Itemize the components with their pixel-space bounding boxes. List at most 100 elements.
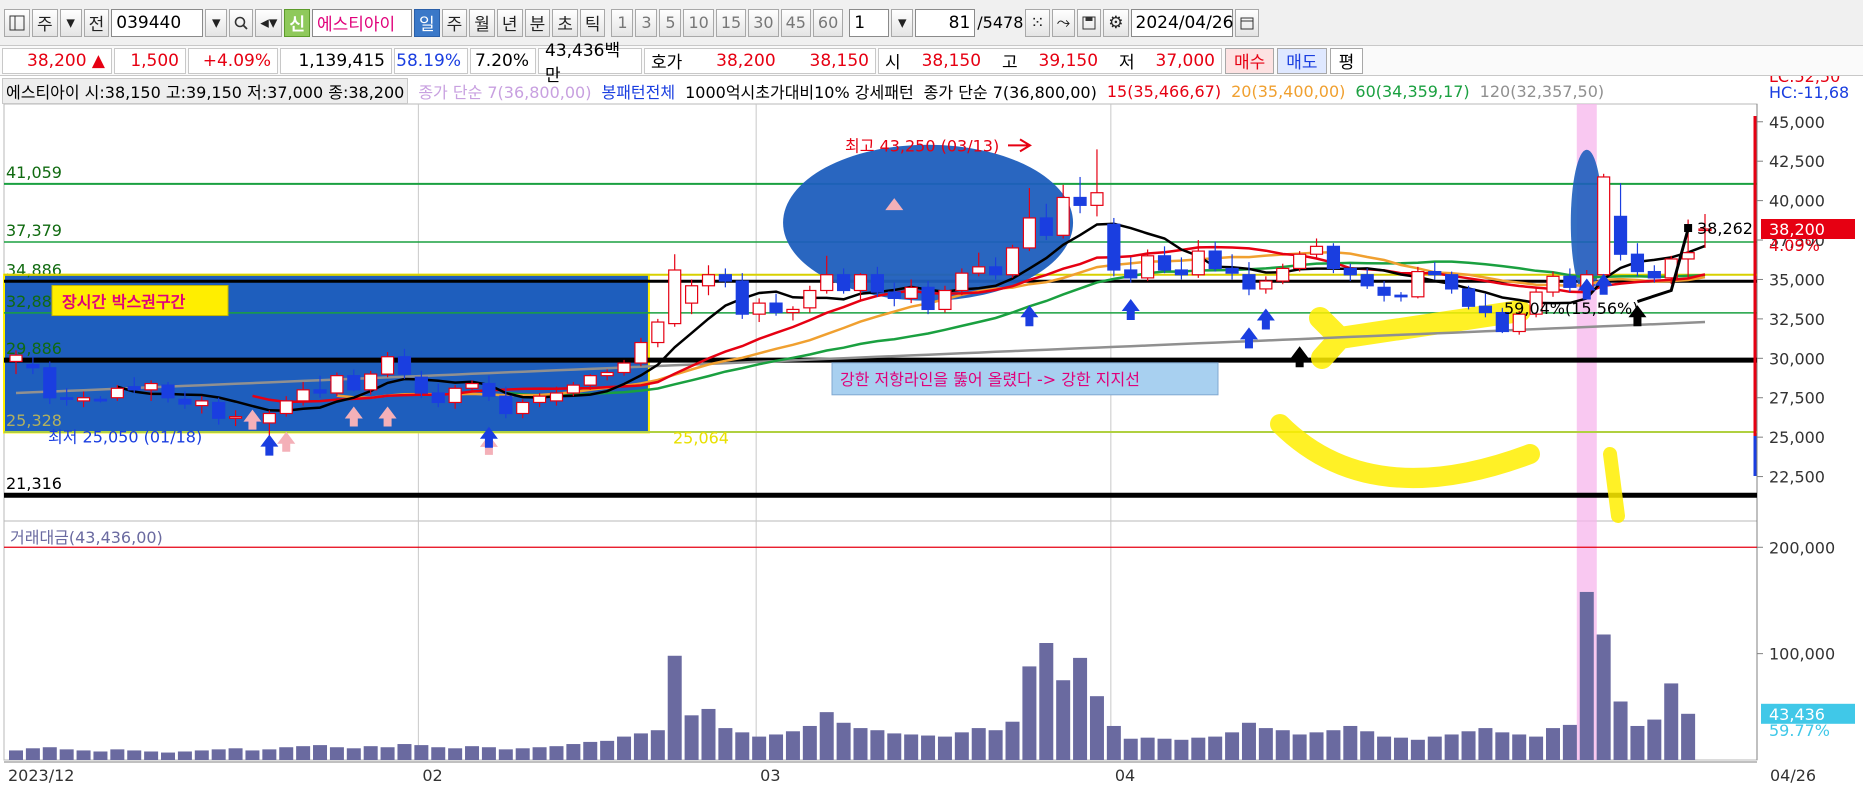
chart-legend: 에스티아이 시:38,150 고:39,150 저:37,000 종:38,20…: [2, 78, 1604, 104]
candle-body: [1242, 274, 1256, 290]
volume-bar: [667, 655, 682, 760]
candle-body: [1124, 269, 1138, 279]
candle-body: [634, 341, 648, 364]
chevron-down-icon[interactable]: ▾: [59, 8, 82, 37]
volume-value: 1,139,415: [280, 47, 392, 74]
sell-button[interactable]: 매도: [1277, 47, 1327, 74]
candle-body: [1597, 176, 1611, 276]
calendar-icon[interactable]: [1234, 8, 1259, 37]
date-input[interactable]: 2024/04/26: [1130, 8, 1233, 37]
y-tick-label: 32,500: [1769, 310, 1825, 329]
volume-bar: [549, 746, 564, 760]
draw-tool-icon[interactable]: ⤳: [1051, 8, 1076, 37]
volume-bar: [921, 735, 936, 760]
gear-icon[interactable]: ⚙: [1103, 8, 1129, 37]
sound-icon[interactable]: ◂▾: [255, 8, 283, 37]
candle-body: [549, 392, 564, 402]
volume-bar: [127, 750, 142, 760]
candle-body: [1461, 288, 1476, 307]
interval-dropdown-icon[interactable]: ▾: [891, 8, 914, 37]
flat-button[interactable]: 평: [1329, 47, 1364, 74]
candle-body: [583, 375, 597, 386]
volume-bar: [1309, 732, 1324, 760]
prev-button[interactable]: 전: [83, 8, 110, 37]
volume-bar: [1123, 738, 1138, 760]
volume-bar: [802, 725, 817, 760]
price-change: 1,500: [114, 47, 186, 74]
volume-bar: [735, 732, 750, 760]
volume-bar: [1461, 731, 1476, 760]
tab-minute-1[interactable]: 1: [611, 8, 634, 37]
tab-period-3[interactable]: 년: [496, 8, 523, 37]
turnover-pct: 7.20%: [470, 47, 536, 74]
candle-body: [1343, 267, 1357, 276]
candle-body: [516, 401, 530, 415]
candle-body: [566, 384, 580, 394]
stock-chart[interactable]: 2023/12 02 03 04 04/26 22,500 25,000 27,500 30,0…: [0, 76, 1863, 790]
candle-body: [144, 382, 158, 391]
volume-bar: [1157, 738, 1172, 760]
candle-body: [1056, 196, 1070, 236]
price-line-label: 34,886: [6, 260, 62, 279]
search-icon[interactable]: [229, 8, 254, 37]
tab-period-1[interactable]: 주: [441, 8, 468, 37]
volume-bar: [954, 732, 969, 760]
period-dropdown[interactable]: 주: [32, 8, 58, 37]
tab-period-4[interactable]: 분: [524, 8, 551, 37]
shin-button[interactable]: 신: [284, 8, 310, 37]
volume-bar: [836, 722, 851, 760]
candle-body: [482, 382, 496, 397]
tab-period-5[interactable]: 초: [552, 8, 578, 37]
candle-body: [1563, 275, 1577, 288]
candle-body: [397, 356, 412, 375]
candle-body: [1326, 245, 1341, 270]
save-icon[interactable]: [1077, 8, 1102, 37]
buy-button[interactable]: 매수: [1225, 47, 1275, 74]
hc-label: HC:-11,68: [1769, 83, 1849, 102]
candle-body: [364, 373, 378, 391]
candle-body: [651, 321, 665, 344]
code-input[interactable]: 039440: [111, 8, 204, 37]
code-dropdown-icon[interactable]: ▾: [205, 8, 228, 37]
volume-bar: [481, 747, 496, 760]
volume-bar: [1529, 736, 1544, 760]
candle-body: [837, 274, 851, 292]
tab-minute-60[interactable]: 60: [812, 8, 844, 37]
volume-bar: [1681, 713, 1696, 760]
tab-minute-30[interactable]: 30: [748, 8, 779, 37]
candle-body: [1630, 253, 1645, 273]
volume-bar: [583, 741, 598, 760]
tab-period-0[interactable]: 일: [414, 8, 440, 37]
candle-body: [212, 401, 226, 419]
tab-minute-10[interactable]: 10: [683, 8, 714, 37]
candle-body: [955, 272, 969, 292]
volume-bar: [684, 715, 699, 760]
candle-body: [1411, 270, 1425, 298]
candle-body: [1647, 270, 1661, 279]
tab-period-6[interactable]: 틱: [579, 8, 606, 37]
tab-minute-45[interactable]: 45: [780, 8, 811, 37]
count-input[interactable]: 81: [915, 8, 976, 37]
tab-minute-5[interactable]: 5: [659, 8, 682, 37]
tab-minute-15[interactable]: 15: [715, 8, 747, 37]
volume-pct-label: 59.77%: [1769, 721, 1830, 740]
stock-name-field[interactable]: 에스티아이: [312, 8, 412, 37]
volume-bar: [819, 712, 834, 760]
candle-body: [195, 400, 209, 407]
volume-bar: [718, 728, 733, 760]
candle-body: [1174, 269, 1189, 276]
candle-body: [93, 398, 108, 402]
tab-period-2[interactable]: 월: [469, 8, 495, 37]
interval-select[interactable]: 1: [849, 8, 890, 37]
candle-body: [1208, 250, 1222, 270]
volume-bar: [42, 747, 57, 760]
count-total: /5478: [977, 13, 1024, 32]
layout-icon[interactable]: [4, 8, 30, 37]
candle-body: [1309, 245, 1324, 255]
tab-minute-3[interactable]: 3: [635, 8, 658, 37]
volume-bar: [1579, 591, 1594, 760]
y-tick-label: 22,500: [1769, 468, 1825, 487]
volume-bar: [1647, 719, 1662, 760]
indicator-icon[interactable]: ⁙: [1025, 8, 1050, 37]
candle-body: [1225, 267, 1239, 274]
